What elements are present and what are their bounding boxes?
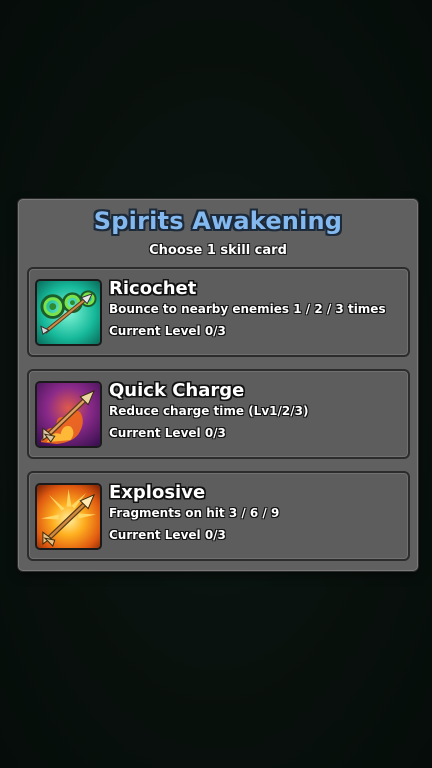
explosive-arrow-icon (35, 483, 102, 550)
skill-card-title: Explosive (109, 482, 206, 503)
skill-card-level: Current Level 0/3 (109, 324, 226, 338)
skill-selection-dialog: Spirits Awakening Choose 1 skill card Ri… (18, 199, 418, 571)
skill-card-level: Current Level 0/3 (109, 426, 226, 440)
dialog-subtitle: Choose 1 skill card (149, 243, 287, 258)
skill-card-title: Quick Charge (109, 380, 245, 401)
skill-card-description: Fragments on hit 3 / 6 / 9 (109, 506, 280, 520)
skill-card-description: Bounce to nearby enemies 1 / 2 / 3 times (109, 302, 386, 316)
skill-card-explosive[interactable]: Explosive Fragments on hit 3 / 6 / 9 Cur… (27, 471, 410, 561)
quick-charge-arrow-icon (35, 381, 102, 448)
skill-card-quick-charge[interactable]: Quick Charge Reduce charge time (Lv1/2/3… (27, 369, 410, 459)
dialog-title: Spirits Awakening (93, 207, 343, 235)
ricochet-arrow-icon (35, 279, 102, 346)
skill-card-level: Current Level 0/3 (109, 528, 226, 542)
skill-card-title: Ricochet (109, 278, 197, 299)
skill-card-description: Reduce charge time (Lv1/2/3) (109, 404, 309, 418)
skill-card-ricochet[interactable]: Ricochet Bounce to nearby enemies 1 / 2 … (27, 267, 410, 357)
